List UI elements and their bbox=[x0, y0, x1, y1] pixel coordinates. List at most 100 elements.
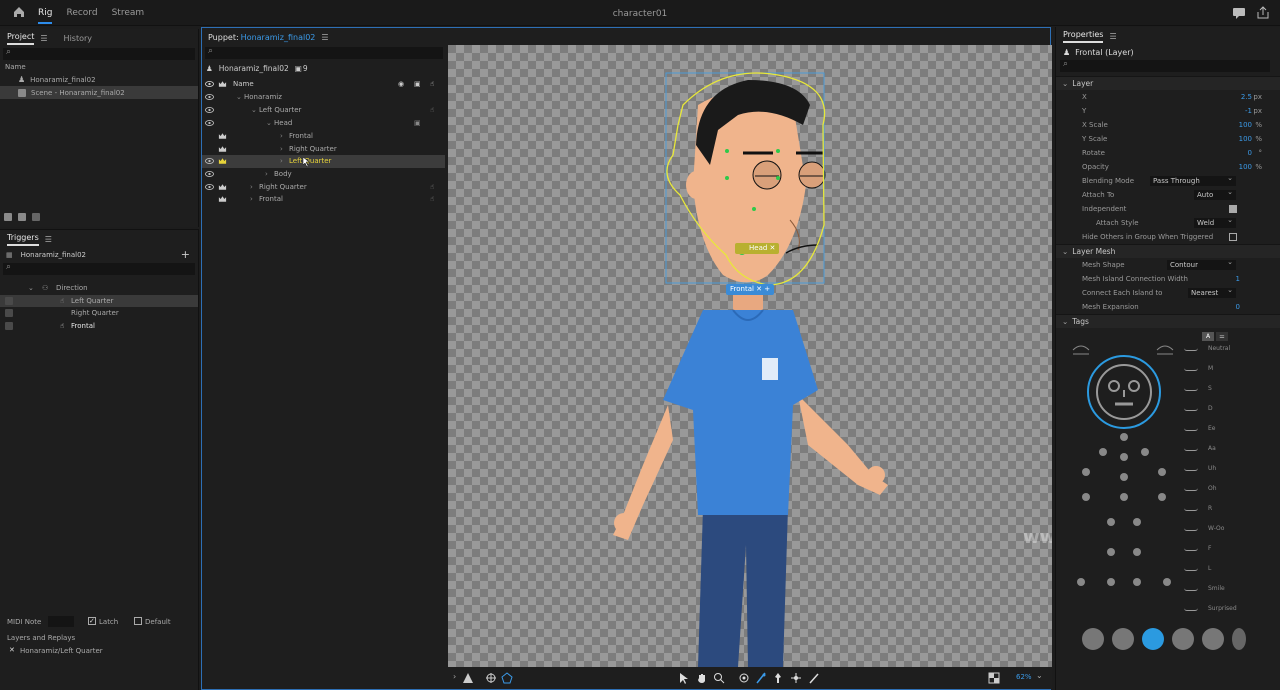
feedback-icon[interactable] bbox=[1232, 6, 1246, 20]
puppet-search-input[interactable] bbox=[205, 46, 443, 59]
face-tag-diagram[interactable] bbox=[1071, 342, 1191, 612]
share-icon[interactable] bbox=[1256, 6, 1270, 20]
project-search-input[interactable] bbox=[3, 47, 195, 60]
midi-note-input[interactable] bbox=[48, 616, 74, 627]
trigger-item[interactable]: ☝ Left Quarter bbox=[0, 294, 198, 307]
prop-value[interactable]: 100 bbox=[1239, 163, 1252, 171]
tab-history[interactable]: History bbox=[64, 34, 92, 43]
eye-icon[interactable] bbox=[205, 93, 214, 101]
mesh-icon[interactable] bbox=[501, 672, 513, 684]
add-trigger-button[interactable]: + bbox=[181, 248, 190, 261]
blending-mode-dropdown[interactable]: Pass Through bbox=[1150, 173, 1236, 186]
eye-icon[interactable] bbox=[205, 157, 214, 165]
tab-project[interactable]: Project bbox=[7, 32, 35, 45]
zoom-tool-icon[interactable] bbox=[713, 672, 725, 684]
chevron-down-icon[interactable]: ⌄ bbox=[251, 106, 257, 114]
tab-properties[interactable]: Properties bbox=[1063, 30, 1104, 43]
crown-icon[interactable] bbox=[218, 157, 227, 165]
default-checkbox[interactable] bbox=[134, 617, 142, 625]
menu-icon[interactable]: ☰ bbox=[45, 235, 52, 244]
origin-tool-icon[interactable] bbox=[738, 672, 750, 684]
connect-island-dropdown[interactable]: Nearest bbox=[1188, 285, 1236, 298]
layer-row[interactable]: ⌄ Left Quarter ☝ bbox=[202, 104, 445, 117]
project-item-puppet[interactable]: ♟ Honaramiz_final02 bbox=[0, 73, 198, 86]
head-handle-tag[interactable]: Head ✕ bbox=[735, 243, 780, 254]
eye-icon[interactable] bbox=[205, 183, 214, 191]
tags-filter-icon[interactable]: ⚌ bbox=[1216, 332, 1228, 341]
mesh-shape-dropdown[interactable]: Contour bbox=[1167, 257, 1236, 270]
viseme-label[interactable]: Oh bbox=[1208, 485, 1217, 492]
viseme-label[interactable]: Neutral bbox=[1208, 345, 1230, 352]
warning-icon[interactable] bbox=[462, 672, 474, 684]
replay-item[interactable]: Honaramiz/Left Quarter bbox=[20, 647, 103, 655]
zoom-level[interactable]: 62% bbox=[1016, 673, 1032, 681]
viseme-label[interactable]: Aa bbox=[1208, 445, 1216, 452]
viseme-label[interactable]: F bbox=[1208, 545, 1211, 552]
viseme-label[interactable]: L bbox=[1208, 565, 1211, 572]
stick-tool-icon[interactable] bbox=[808, 672, 820, 684]
dragger-tool-icon[interactable] bbox=[790, 672, 802, 684]
layer-row[interactable]: ⌄ Head ▣ bbox=[202, 117, 445, 130]
eye-icon[interactable] bbox=[205, 170, 214, 178]
viseme-label[interactable]: R bbox=[1208, 505, 1212, 512]
viseme-label[interactable]: Surprised bbox=[1208, 605, 1237, 612]
chevron-right-icon[interactable]: › bbox=[265, 170, 268, 178]
menu-icon[interactable]: ☰ bbox=[321, 33, 328, 42]
layer-row[interactable]: › Frontal bbox=[202, 130, 445, 143]
face-frontal-icon[interactable] bbox=[1142, 628, 1164, 650]
layer-row[interactable]: › Body bbox=[202, 168, 445, 181]
menu-icon[interactable]: ☰ bbox=[40, 34, 47, 43]
trigger-item[interactable]: ☝ Frontal bbox=[0, 320, 198, 333]
puppet-canvas[interactable]: Head ✕ Frontal ✕ + www.honaramiz.com bbox=[448, 45, 1052, 667]
prop-value[interactable]: 1 bbox=[1236, 275, 1240, 283]
expand-icon[interactable]: › bbox=[453, 672, 456, 681]
eye-icon[interactable] bbox=[205, 119, 214, 127]
crown-icon[interactable] bbox=[218, 195, 227, 203]
prop-value[interactable]: -1 bbox=[1245, 107, 1252, 115]
chevron-right-icon[interactable]: › bbox=[280, 145, 283, 153]
handle-tool-icon[interactable] bbox=[755, 672, 767, 684]
remove-icon[interactable]: ✕ bbox=[9, 646, 15, 654]
puppet-tab-name[interactable]: Honaramiz_final02 bbox=[241, 33, 316, 42]
project-item-scene[interactable]: Scene - Honaramiz_final02 bbox=[0, 86, 198, 99]
prop-value[interactable]: 100 bbox=[1239, 121, 1252, 129]
face-left-icon[interactable] bbox=[1172, 628, 1194, 650]
viseme-label[interactable]: Smile bbox=[1208, 585, 1225, 592]
crown-icon[interactable] bbox=[218, 183, 227, 191]
tags-text-toggle[interactable]: A bbox=[1202, 332, 1214, 341]
import-icon[interactable] bbox=[32, 213, 40, 221]
layer-row[interactable]: ⌄ Honaramiz bbox=[202, 91, 445, 104]
attach-to-dropdown[interactable]: Auto bbox=[1194, 187, 1236, 200]
crown-icon[interactable] bbox=[218, 145, 227, 153]
section-tags[interactable]: ⌄ Tags bbox=[1056, 314, 1280, 328]
prop-value[interactable]: 0 bbox=[1236, 303, 1240, 311]
folder-icon[interactable] bbox=[18, 213, 26, 221]
hide-others-checkbox[interactable] bbox=[1229, 233, 1237, 241]
chevron-right-icon[interactable]: › bbox=[250, 195, 253, 203]
section-layer[interactable]: ⌄ Layer bbox=[1056, 76, 1280, 90]
prop-value[interactable]: 2.5 bbox=[1241, 93, 1252, 101]
new-item-icon[interactable] bbox=[4, 213, 12, 221]
viseme-label[interactable]: D bbox=[1208, 405, 1213, 412]
frontal-origin-tag[interactable]: Frontal ✕ + bbox=[726, 284, 775, 295]
viseme-label[interactable]: Uh bbox=[1208, 465, 1216, 472]
face-eyes-icon[interactable] bbox=[1232, 628, 1246, 650]
viseme-label[interactable]: S bbox=[1208, 385, 1212, 392]
chevron-down-icon[interactable]: ⌄ bbox=[266, 119, 272, 127]
trigger-item[interactable]: Right Quarter bbox=[0, 307, 198, 320]
checkerboard-icon[interactable] bbox=[988, 672, 1000, 684]
viseme-label[interactable]: M bbox=[1208, 365, 1213, 372]
viseme-label[interactable]: W-Oo bbox=[1208, 525, 1224, 532]
eye-icon[interactable] bbox=[205, 106, 214, 114]
chevron-right-icon[interactable]: › bbox=[250, 183, 253, 191]
attach-style-dropdown[interactable]: Weld bbox=[1194, 215, 1236, 228]
section-layer-mesh[interactable]: ⌄ Layer Mesh bbox=[1056, 244, 1280, 258]
select-tool-icon[interactable] bbox=[678, 672, 690, 684]
face-neutral-icon[interactable] bbox=[1082, 628, 1104, 650]
origin-icon[interactable] bbox=[485, 672, 497, 684]
chevron-down-icon[interactable]: ⌄ bbox=[236, 93, 242, 101]
latch-checkbox[interactable]: ✓ bbox=[88, 617, 96, 625]
prop-value[interactable]: 0 bbox=[1248, 149, 1252, 157]
face-right-icon[interactable] bbox=[1202, 628, 1224, 650]
menu-icon[interactable]: ☰ bbox=[1109, 32, 1116, 41]
